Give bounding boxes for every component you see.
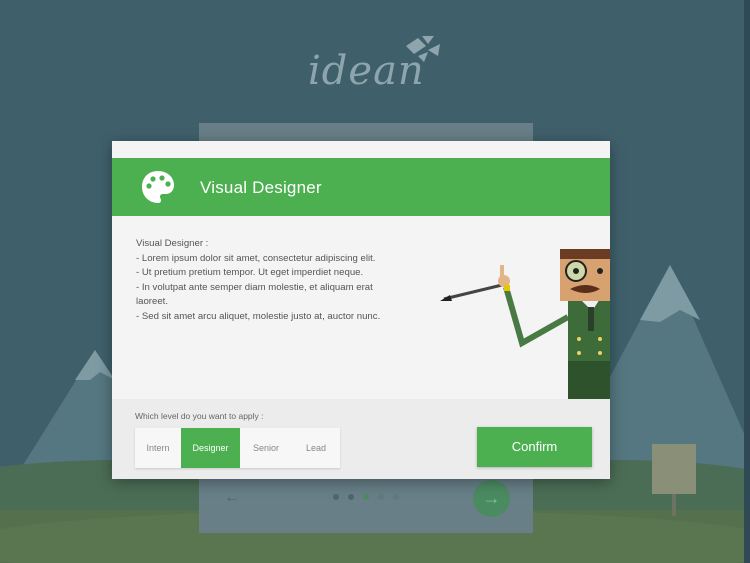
arrow-right-icon[interactable]: → xyxy=(473,480,510,517)
job-level-dialog: Visual Designer Visual Designer : - Lore… xyxy=(112,141,610,479)
designer-illustration xyxy=(440,249,610,401)
level-selection-panel: Which level do you want to apply : Inter… xyxy=(112,399,610,479)
logo-mark-icon xyxy=(406,36,440,62)
step-indicator xyxy=(333,494,399,500)
description-line: - Lorem ipsum dolor sit amet, consectetu… xyxy=(136,252,376,264)
arrow-left-icon[interactable]: ← xyxy=(224,489,240,507)
dialog-title: Visual Designer xyxy=(200,178,322,197)
level-segmented-control: Intern Designer Senior Lead xyxy=(135,428,340,468)
confirm-button[interactable]: Confirm xyxy=(477,427,592,467)
step-dot xyxy=(333,494,339,500)
role-description: Visual Designer : - Lorem ipsum dolor si… xyxy=(136,237,406,325)
description-line: - In volutpat ante semper diam molestie,… xyxy=(136,281,373,308)
step-dot-active xyxy=(363,494,369,500)
description-line: - Sed sit amet arcu aliquet, molestie ju… xyxy=(136,310,381,322)
level-option-designer[interactable]: Designer xyxy=(181,428,240,468)
palette-icon xyxy=(142,171,174,203)
step-dot xyxy=(348,494,354,500)
step-dot xyxy=(378,494,384,500)
level-option-senior[interactable]: Senior xyxy=(240,428,292,468)
level-option-intern[interactable]: Intern xyxy=(135,428,181,468)
description-line: - Ut pretium pretium tempor. Ut eget imp… xyxy=(136,267,364,279)
dialog-header: Visual Designer xyxy=(112,158,610,216)
level-option-lead[interactable]: Lead xyxy=(292,428,340,468)
description-heading: Visual Designer : xyxy=(136,238,209,249)
step-dot xyxy=(393,494,399,500)
level-prompt: Which level do you want to apply : xyxy=(135,411,264,421)
